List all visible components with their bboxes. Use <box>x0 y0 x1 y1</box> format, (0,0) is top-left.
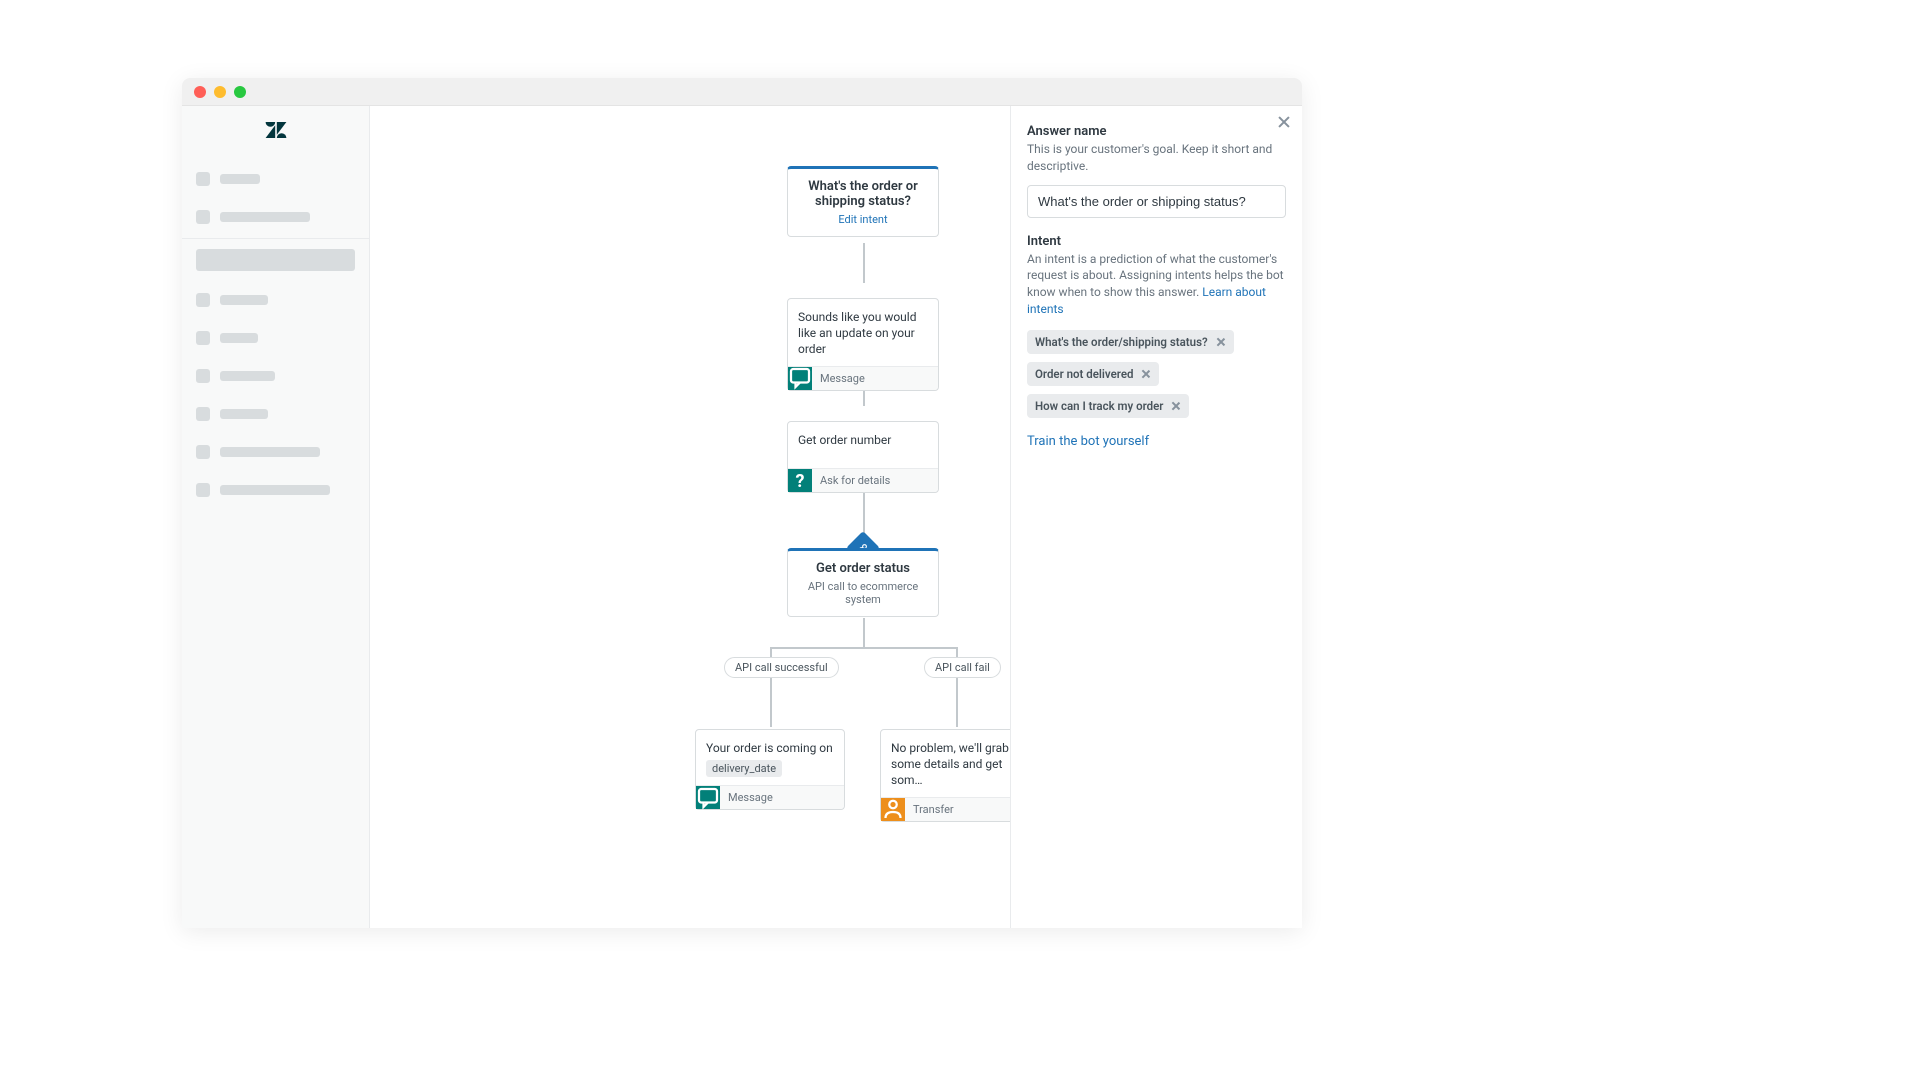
intent-help: An intent is a prediction of what the cu… <box>1027 251 1286 318</box>
api-node-subtitle: API call to ecommerce system <box>788 580 938 616</box>
transfer-icon <box>881 798 905 821</box>
answer-name-help: This is your customer's goal. Keep it sh… <box>1027 141 1286 175</box>
question-icon: ? <box>788 469 812 492</box>
sidebar-placeholder <box>196 249 355 271</box>
flow-start-node[interactable]: What's the order or shipping status? Edi… <box>787 166 939 237</box>
app-window: What's the order or shipping status? Edi… <box>182 78 1302 928</box>
window-minimize-dot[interactable] <box>214 86 226 98</box>
node-text: Your order is coming on <box>696 730 844 756</box>
node-text: No problem, we'll grab some details and … <box>881 730 1010 797</box>
message-icon <box>696 786 720 809</box>
variable-tag: delivery_date <box>706 760 782 777</box>
intent-chips: What's the order/shipping status? Order … <box>1027 330 1286 418</box>
edit-intent-link[interactable]: Edit intent <box>788 213 938 236</box>
connector <box>863 486 865 536</box>
flow-fail-leaf[interactable]: No problem, we'll grab some details and … <box>880 729 1010 822</box>
window-close-dot[interactable] <box>194 86 206 98</box>
flow-api-node[interactable]: Get order status API call to ecommerce s… <box>787 548 939 617</box>
branch-label-success: API call successful <box>724 657 839 678</box>
sidebar-placeholder <box>196 319 355 357</box>
app-content: What's the order or shipping status? Edi… <box>182 106 1302 928</box>
properties-panel: Answer name This is your customer's goal… <box>1010 106 1302 928</box>
node-footer-label: Transfer <box>905 798 1009 821</box>
intent-chip[interactable]: How can I track my order <box>1027 394 1189 418</box>
close-icon[interactable] <box>1276 114 1292 130</box>
branch-label-fail: API call fail <box>924 657 1001 678</box>
connector <box>770 647 958 649</box>
zendesk-logo <box>196 116 355 160</box>
flow-canvas[interactable]: What's the order or shipping status? Edi… <box>370 106 1010 928</box>
sidebar-placeholder <box>196 198 355 236</box>
intent-chip[interactable]: What's the order/shipping status? <box>1027 330 1234 354</box>
flow-message-node[interactable]: Sounds like you would like an update on … <box>787 298 939 391</box>
window-zoom-dot[interactable] <box>234 86 246 98</box>
node-footer-label: Ask for details <box>812 469 938 492</box>
sidebar-placeholder <box>196 160 355 198</box>
window-titlebar <box>182 78 1302 106</box>
sidebar-placeholder <box>196 357 355 395</box>
chip-remove-icon[interactable] <box>1141 369 1151 379</box>
sidebar-placeholder <box>196 395 355 433</box>
sidebar <box>182 106 370 928</box>
api-node-title: Get order status <box>788 551 938 580</box>
intent-label: Intent <box>1027 234 1286 249</box>
message-icon <box>788 367 812 390</box>
chip-remove-icon[interactable] <box>1171 401 1181 411</box>
sidebar-placeholder <box>196 281 355 319</box>
node-text: Sounds like you would like an update on … <box>788 299 938 366</box>
chip-remove-icon[interactable] <box>1216 337 1226 347</box>
svg-text:?: ? <box>796 471 805 492</box>
start-node-title: What's the order or shipping status? <box>788 169 938 213</box>
node-text: Get order number <box>788 422 938 456</box>
answer-name-input[interactable] <box>1027 185 1286 218</box>
train-bot-link[interactable]: Train the bot yourself <box>1027 434 1286 449</box>
intent-chip[interactable]: Order not delivered <box>1027 362 1159 386</box>
answer-name-label: Answer name <box>1027 124 1286 139</box>
flow-success-leaf[interactable]: Your order is coming on delivery_date Me… <box>695 729 845 810</box>
sidebar-placeholder <box>196 433 355 471</box>
node-footer-label: Message <box>812 367 938 390</box>
sidebar-placeholder <box>196 471 355 509</box>
flow-ask-node[interactable]: Get order number ? Ask for details <box>787 421 939 493</box>
connector <box>863 243 865 283</box>
node-footer-label: Message <box>720 786 844 809</box>
connector <box>863 618 865 648</box>
